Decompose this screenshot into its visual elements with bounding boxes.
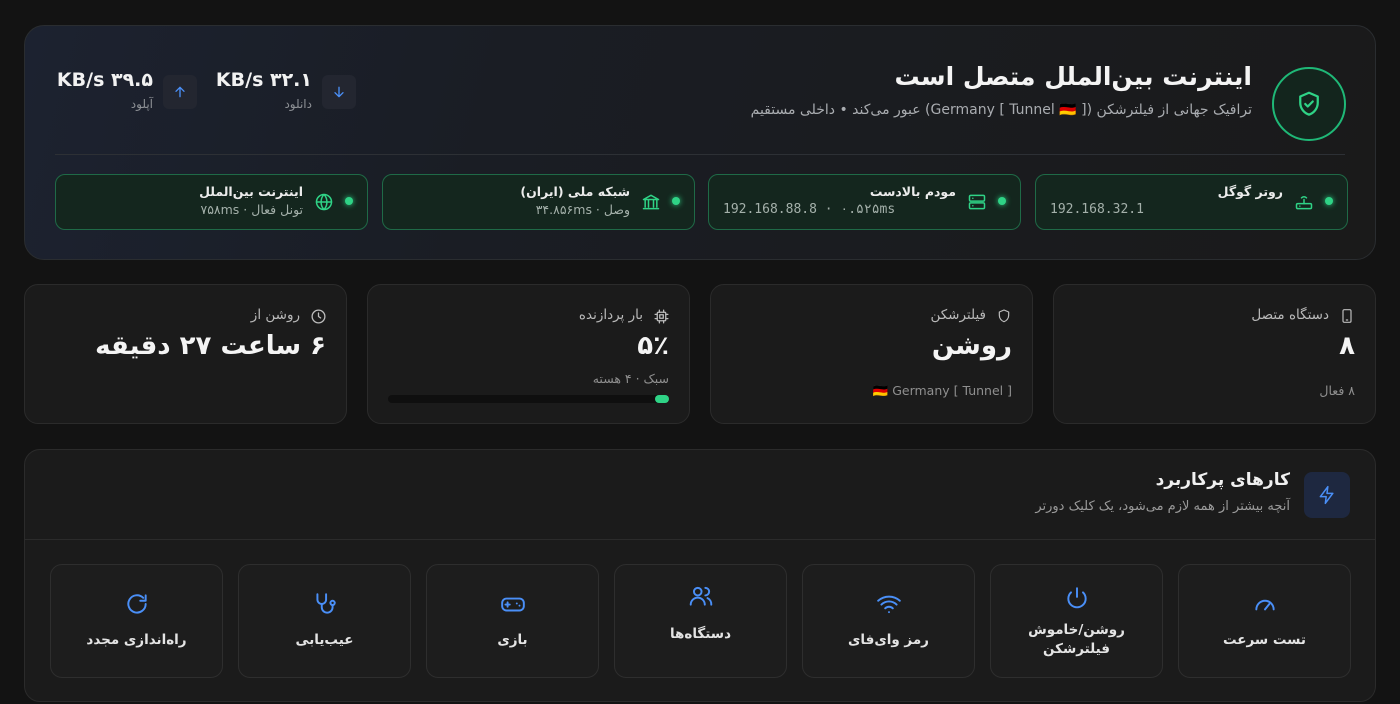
status-title: اینترنت بین‌الملل متصل است (894, 62, 1252, 91)
chain-item-label: اینترنت بین‌الملل (199, 184, 303, 199)
stat-label: دستگاه متصل (1251, 307, 1329, 323)
action-label: رمز وای‌فای (848, 632, 929, 648)
chain-item-label: روتر گوگل (1217, 184, 1283, 199)
chain-item-meta: تونل فعال · ۷۵۸ms (200, 202, 303, 217)
globe-icon (313, 191, 335, 213)
quick-actions-title: کارهای پرکاربرد (1155, 470, 1290, 490)
quick-actions-panel: کارهای پرکاربرد آنچه بیشتر از همه لازم م… (24, 449, 1376, 702)
stat-value: ۶ ساعت ۲۷ دقیقه (95, 331, 326, 361)
stat-connected-devices[interactable]: دستگاه متصل ۸ ۸ فعال (1053, 284, 1376, 424)
status-dot (1325, 197, 1333, 205)
stat-label: فیلترشکن (930, 307, 986, 323)
stat-value: روشن (931, 331, 1012, 361)
action-toggle-vpn[interactable]: روشن/خاموش فیلترشکن (990, 564, 1163, 678)
action-restart[interactable]: راه‌اندازی مجدد (50, 564, 223, 678)
stat-sub: 🇩🇪 Germany [ Tunnel ] (872, 383, 1012, 398)
stat-uptime[interactable]: روشن از ۶ ساعت ۲۷ دقیقه (24, 284, 347, 424)
download-speed: KB/s ۳۲.۱ دانلود (216, 69, 356, 113)
bolt-icon (1304, 472, 1350, 518)
chain-item-upstream-modem[interactable]: مودم بالادست 192.168.88.8 · ۰.۵۲۵ms (708, 174, 1021, 230)
status-dot (345, 197, 353, 205)
action-label: عیب‌یابی (295, 632, 354, 648)
action-label: دستگاه‌ها (669, 626, 732, 642)
divider (25, 539, 1375, 540)
stat-label: بار پردازنده (578, 307, 643, 323)
action-speed-test[interactable]: تست سرعت (1178, 564, 1351, 678)
server-icon (966, 191, 988, 213)
chain-item-label: شبکه ملی (ایران) (520, 184, 630, 199)
refresh-icon (51, 591, 222, 617)
upload-value: KB/s ۳۹.۵ (56, 69, 153, 91)
action-gaming[interactable]: بازی (426, 564, 599, 678)
action-label: تست سرعت (1223, 632, 1306, 648)
action-wifi-password[interactable]: رمز وای‌فای (802, 564, 975, 678)
speedometer-icon (1179, 591, 1350, 617)
stat-sub: سبک · ۴ هسته (592, 371, 669, 386)
action-label: روشن/خاموش فیلترشکن (1028, 622, 1125, 657)
chain-item-international-internet[interactable]: اینترنت بین‌الملل تونل فعال · ۷۵۸ms (55, 174, 368, 230)
chain-item-google-router[interactable]: روتر گوگل 192.168.32.1 (1035, 174, 1348, 230)
arrow-down-icon (322, 75, 356, 109)
router-icon (1293, 191, 1315, 213)
power-icon (991, 585, 1162, 611)
status-dot (998, 197, 1006, 205)
connection-status-card: اینترنت بین‌الملل متصل است ترافیک جهانی … (24, 25, 1376, 260)
stat-label: روشن از (250, 307, 300, 323)
download-value: KB/s ۳۲.۱ (215, 69, 312, 91)
upload-speed: KB/s ۳۹.۵ آپلود (54, 69, 197, 113)
arrow-up-icon (163, 75, 197, 109)
quick-actions-subtitle: آنچه بیشتر از همه لازم می‌شود، یک کلیک د… (1035, 499, 1290, 514)
upload-label: آپلود (130, 97, 153, 111)
action-devices[interactable]: دستگاه‌ها (614, 564, 787, 678)
gamepad-icon (427, 591, 598, 617)
action-label: بازی (497, 632, 528, 648)
wifi-icon (803, 591, 974, 617)
phone-icon (1338, 307, 1356, 325)
stat-cpu-load[interactable]: بار پردازنده ۵٪ سبک · ۴ هسته (367, 284, 690, 424)
shield-icon (995, 307, 1013, 325)
stat-value: ۵٪ (637, 331, 669, 361)
status-subtitle: ترافیک جهانی از فیلترشکن ([ Germany [ Tu… (750, 102, 1252, 118)
stethoscope-icon (239, 591, 410, 617)
stat-sub: ۸ فعال (1319, 383, 1355, 398)
status-dot (672, 197, 680, 205)
cpu-progress-fill (655, 395, 669, 403)
stat-value: ۸ (1339, 331, 1355, 361)
users-icon (615, 583, 786, 609)
chain-item-label: مودم بالادست (869, 184, 956, 199)
chain-item-national-network[interactable]: شبکه ملی (ایران) وصل · ۳۴.۸۵۶ms (382, 174, 695, 230)
chain-item-meta: وصل · ۳۴.۸۵۶ms (535, 202, 630, 217)
cpu-icon (652, 307, 670, 325)
bank-icon (640, 191, 662, 213)
shield-check-icon (1272, 67, 1346, 141)
chain-item-meta: 192.168.32.1 (1050, 202, 1144, 217)
action-label: راه‌اندازی مجدد (86, 632, 187, 648)
hero-divider (55, 154, 1345, 155)
clock-icon (309, 307, 327, 325)
chain-item-meta: 192.168.88.8 · ۰.۵۲۵ms (723, 202, 896, 217)
action-troubleshoot[interactable]: عیب‌یابی (238, 564, 411, 678)
cpu-progress-bar (388, 395, 669, 403)
download-label: دانلود (284, 97, 312, 111)
stat-vpn[interactable]: فیلترشکن روشن 🇩🇪 Germany [ Tunnel ] (710, 284, 1033, 424)
